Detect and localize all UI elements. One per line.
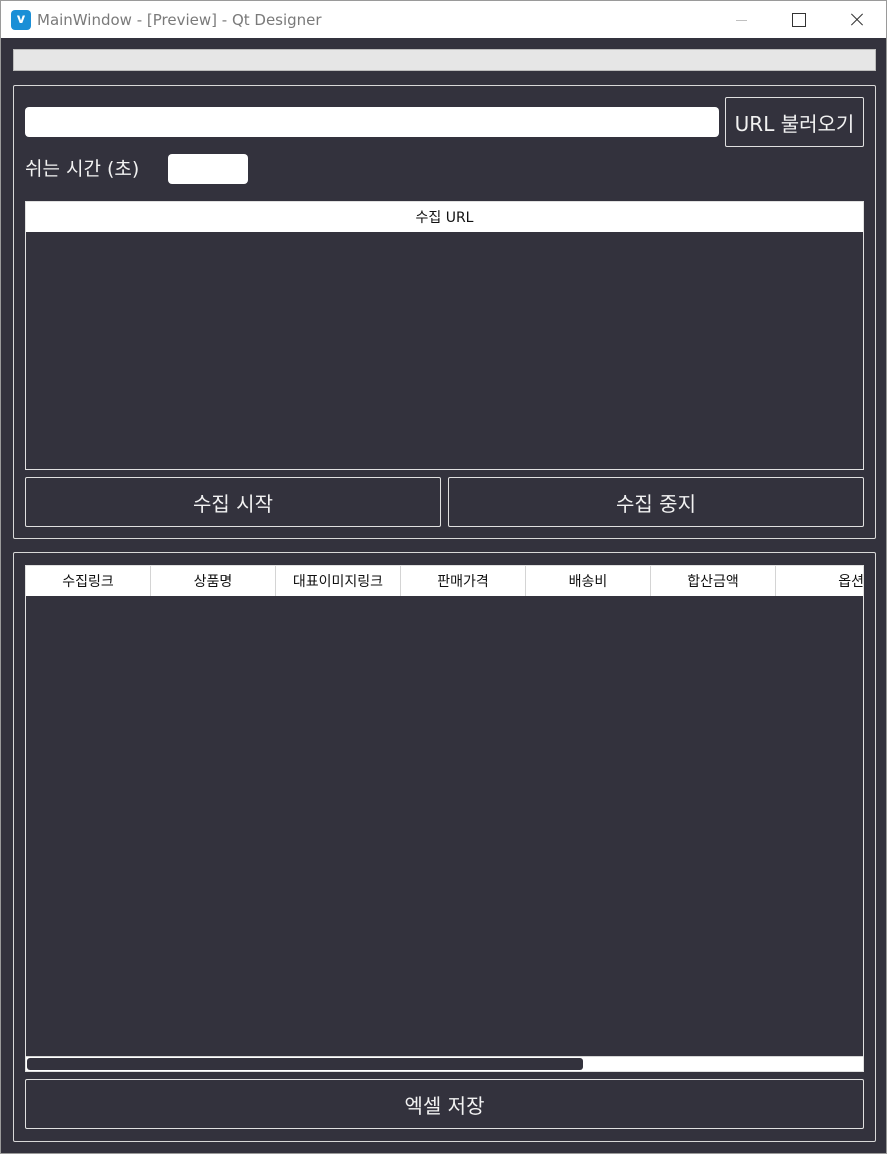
results-table-header: 수집링크 상품명 대표이미지링크 판매가격 배송비 합산금액 옵션 bbox=[26, 566, 863, 596]
url-input[interactable] bbox=[25, 107, 719, 137]
start-collect-button[interactable]: 수집 시작 bbox=[25, 477, 441, 527]
maximize-button[interactable] bbox=[769, 1, 827, 39]
url-table[interactable]: 수집 URL bbox=[25, 201, 864, 470]
column-header[interactable]: 합산금액 bbox=[651, 566, 776, 596]
collect-panel: URL 불러오기 쉬는 시간 (초) 수집 URL 수집 시작 수집 중지 bbox=[13, 85, 876, 539]
rest-time-label: 쉬는 시간 (초) bbox=[25, 158, 140, 180]
app-icon: v bbox=[11, 10, 31, 30]
minimize-button[interactable] bbox=[712, 1, 770, 39]
column-header[interactable]: 옵션 bbox=[776, 566, 863, 596]
results-panel: 수집링크 상품명 대표이미지링크 판매가격 배송비 합산금액 옵션 엑셀 저장 bbox=[13, 552, 876, 1142]
column-header[interactable]: 수집링크 bbox=[26, 566, 151, 596]
load-url-button[interactable]: URL 불러오기 bbox=[725, 97, 864, 147]
title-bar: v MainWindow - [Preview] - Qt Designer bbox=[0, 0, 887, 38]
window-title: MainWindow - [Preview] - Qt Designer bbox=[37, 11, 322, 29]
column-header[interactable]: 배송비 bbox=[526, 566, 651, 596]
save-excel-button[interactable]: 엑셀 저장 bbox=[25, 1079, 864, 1129]
rest-time-input[interactable] bbox=[168, 154, 248, 184]
progress-bar bbox=[13, 49, 876, 71]
url-table-header[interactable]: 수집 URL bbox=[26, 202, 863, 232]
horizontal-scrollbar[interactable] bbox=[26, 1056, 863, 1071]
scrollbar-thumb[interactable] bbox=[27, 1058, 583, 1070]
main-window: URL 불러오기 쉬는 시간 (초) 수집 URL 수집 시작 수집 중지 수집… bbox=[0, 38, 887, 1154]
column-header[interactable]: 판매가격 bbox=[401, 566, 526, 596]
column-header[interactable]: 상품명 bbox=[151, 566, 276, 596]
results-table[interactable]: 수집링크 상품명 대표이미지링크 판매가격 배송비 합산금액 옵션 bbox=[25, 565, 864, 1072]
close-button[interactable] bbox=[827, 1, 885, 39]
stop-collect-button[interactable]: 수집 중지 bbox=[448, 477, 864, 527]
column-header[interactable]: 대표이미지링크 bbox=[276, 566, 401, 596]
